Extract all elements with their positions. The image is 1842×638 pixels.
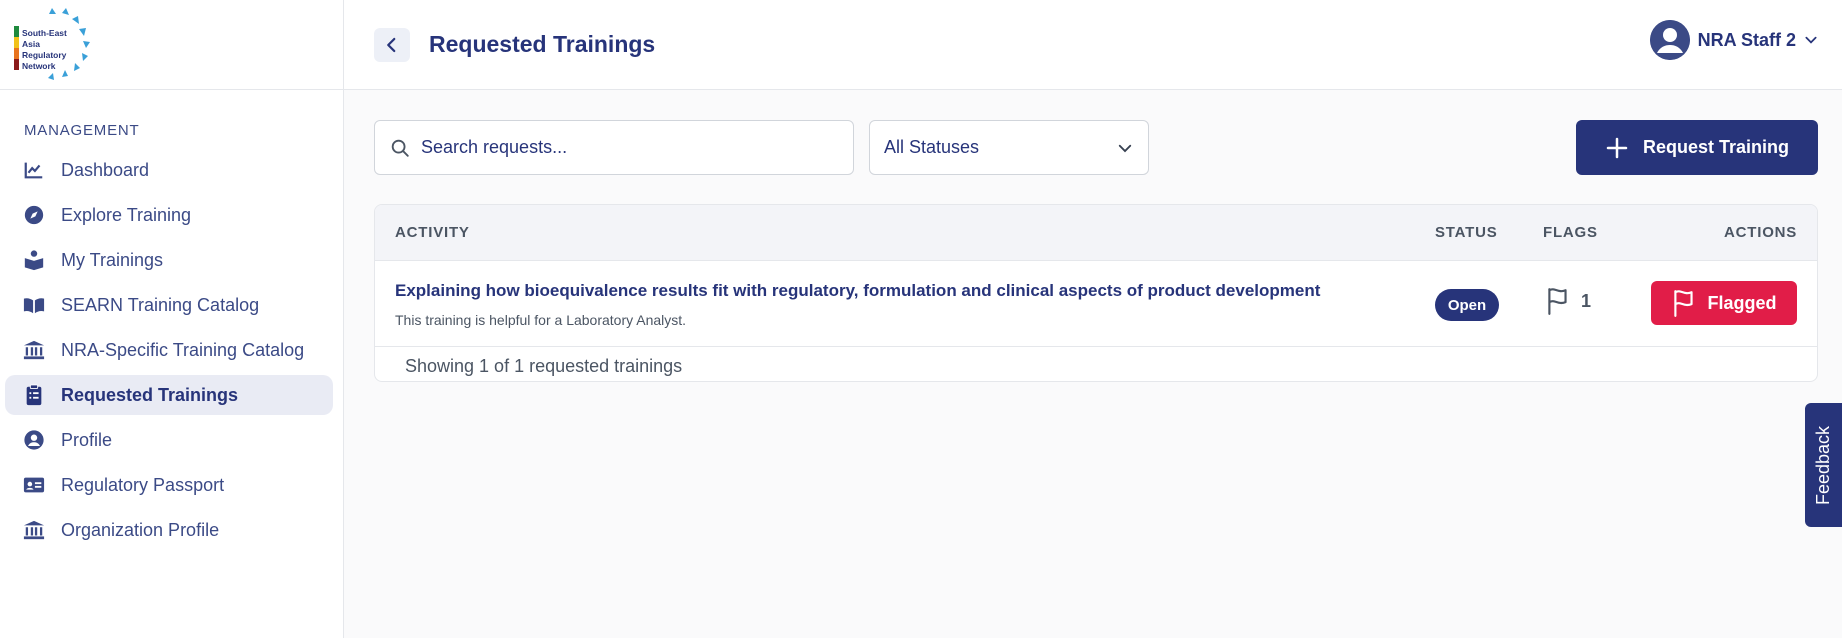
- sidebar-item-label: My Trainings: [61, 249, 164, 270]
- logo-line: Asia: [22, 39, 40, 49]
- user-avatar-icon: [1649, 20, 1690, 60]
- sidebar-item-my-trainings[interactable]: My Trainings: [5, 240, 333, 280]
- column-header-flags: FLAGS: [1543, 224, 1598, 241]
- compass-icon: [23, 204, 45, 226]
- page-header: Requested Trainings NRA Staff 2: [344, 0, 1842, 90]
- logo-line: South-East: [22, 28, 67, 38]
- column-header-status: STATUS: [1435, 224, 1498, 241]
- plus-icon: [1606, 137, 1628, 158]
- avatar: [1649, 20, 1690, 60]
- flags-count-value: 1: [1581, 290, 1592, 311]
- flagged-button-label: Flagged: [1707, 292, 1777, 313]
- status-badge: Open: [1435, 289, 1499, 321]
- flagged-button[interactable]: Flagged: [1651, 281, 1797, 325]
- user-circle-icon: [23, 429, 45, 451]
- user-menu[interactable]: NRA Staff 2: [1649, 20, 1818, 60]
- id-card-icon: [23, 474, 45, 496]
- flag-outline-icon: [1548, 288, 1567, 315]
- sidebar-item-requested-trainings[interactable]: Requested Trainings: [5, 375, 333, 415]
- feedback-tab[interactable]: Feedback: [1805, 403, 1842, 527]
- sidebar: South-East Asia Regulatory Network MANAG…: [0, 0, 344, 638]
- table-row: Explaining how bioequivalence results fi…: [375, 261, 1817, 347]
- requests-table: ACTIVITY STATUS FLAGS ACTIONS Explaining…: [374, 204, 1818, 382]
- searn-logo[interactable]: South-East Asia Regulatory Network: [12, 6, 92, 86]
- sidebar-item-dashboard[interactable]: Dashboard: [5, 150, 333, 190]
- request-training-label: Request Training: [1642, 137, 1790, 157]
- activity-title-link[interactable]: Explaining how bioequivalence results fi…: [395, 281, 1320, 301]
- chevron-down-icon: [1805, 36, 1817, 44]
- search-box[interactable]: [374, 120, 854, 175]
- search-input[interactable]: [421, 137, 821, 158]
- sidebar-section-label: MANAGEMENT: [24, 122, 140, 139]
- reader-icon: [23, 249, 45, 271]
- back-button[interactable]: [374, 28, 410, 62]
- chevron-down-icon: [1118, 144, 1132, 152]
- sidebar-item-profile[interactable]: Profile: [5, 420, 333, 460]
- request-training-button[interactable]: Request Training: [1576, 120, 1818, 175]
- sidebar-item-regulatory-passport[interactable]: Regulatory Passport: [5, 465, 333, 505]
- sidebar-item-label: Explore Training: [61, 204, 192, 225]
- logo-text: South-East Asia Regulatory Network: [22, 28, 67, 72]
- logo-color-bars: [14, 26, 19, 70]
- feedback-label: Feedback: [1813, 425, 1833, 505]
- logo-line: Regulatory: [22, 50, 67, 60]
- sidebar-item-label: Requested Trainings: [61, 384, 239, 405]
- sidebar-item-label: NRA-Specific Training Catalog: [61, 339, 305, 360]
- sidebar-item-label: Profile: [61, 429, 113, 450]
- sidebar-nav: Dashboard Explore Training My Trainings …: [5, 150, 333, 555]
- flag-icon: [1674, 290, 1694, 317]
- logo-area: South-East Asia Regulatory Network: [0, 0, 343, 90]
- table-header: ACTIVITY STATUS FLAGS ACTIONS: [375, 205, 1817, 261]
- institution-icon: [23, 339, 45, 361]
- sidebar-item-label: Regulatory Passport: [61, 474, 225, 495]
- user-name: NRA Staff 2: [1697, 29, 1796, 50]
- column-header-activity: ACTIVITY: [395, 224, 470, 241]
- sidebar-item-explore-training[interactable]: Explore Training: [5, 195, 333, 235]
- page-title: Requested Trainings: [429, 31, 656, 57]
- sidebar-item-nra-catalog[interactable]: NRA-Specific Training Catalog: [5, 330, 333, 370]
- sidebar-item-label: Organization Profile: [61, 519, 220, 540]
- sidebar-item-label: Dashboard: [61, 159, 150, 180]
- chart-line-icon: [23, 159, 45, 181]
- institution-icon: [23, 519, 45, 541]
- flags-count: 1: [1545, 287, 1591, 315]
- column-header-actions: ACTIONS: [1724, 224, 1798, 241]
- logo-line: Network: [22, 61, 56, 71]
- status-filter-value: All Statuses: [884, 137, 980, 157]
- clipboard-icon: [23, 384, 45, 406]
- chevron-left-icon: [387, 37, 396, 53]
- search-icon: [391, 139, 409, 157]
- table-footer-count: Showing 1 of 1 requested trainings: [405, 356, 683, 376]
- activity-description: This training is helpful for a Laborator…: [395, 312, 687, 328]
- sidebar-item-organization-profile[interactable]: Organization Profile: [5, 510, 333, 550]
- open-book-icon: [23, 294, 45, 316]
- sidebar-item-searn-catalog[interactable]: SEARN Training Catalog: [5, 285, 333, 325]
- sidebar-item-label: SEARN Training Catalog: [61, 294, 260, 315]
- status-filter-select[interactable]: All Statuses: [869, 120, 1149, 175]
